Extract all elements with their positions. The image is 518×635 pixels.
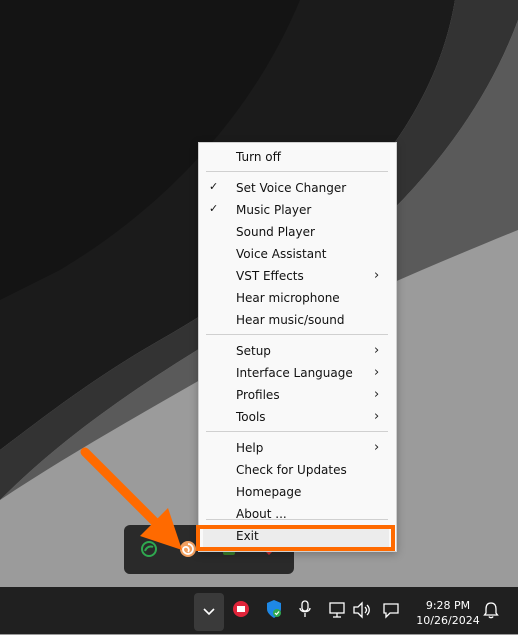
menu-item-about[interactable]: About ... [199,503,396,525]
menu-item-label: Voice Assistant [236,247,327,261]
menu-item-vst-effects[interactable]: VST Effects › [199,265,396,287]
submenu-arrow-icon: › [374,365,380,380]
bell-icon[interactable] [483,601,499,619]
menu-item-label: Exit [236,529,259,543]
menu-item-profiles[interactable]: Profiles › [199,384,396,406]
menu-separator [206,431,388,432]
menu-item-label: Interface Language [236,366,353,380]
menu-item-label: Hear music/sound [236,313,345,327]
menu-item-set-voice-changer[interactable]: ✓ Set Voice Changer [199,177,396,199]
menu-item-turn-off[interactable]: Turn off [199,146,396,168]
submenu-arrow-icon: › [374,343,380,358]
menu-separator [206,519,388,520]
tray-context-menu: Turn off ✓ Set Voice Changer ✓ Music Player S… [196,142,397,552]
menu-item-help[interactable]: Help › [199,437,396,459]
menu-item-sound-player[interactable]: Sound Player [199,221,396,243]
menu-item-label: Help [236,441,264,455]
menu-item-label: Set Voice Changer [236,181,347,195]
menu-item-label: Tools [236,410,266,424]
taskbar-clock[interactable]: 9:28 PM 10/26/2024 [416,598,480,628]
submenu-arrow-icon: › [374,387,380,402]
menu-item-homepage[interactable]: Homepage [199,481,396,503]
network-icon[interactable] [327,601,347,619]
menu-item-hear-music-sound[interactable]: Hear music/sound [199,309,396,331]
menu-item-label: Turn off [236,150,281,164]
microphone-icon[interactable] [298,600,312,618]
menu-item-label: Profiles [236,388,280,402]
menu-separator [206,171,388,172]
menu-item-setup[interactable]: Setup › [199,340,396,362]
menu-item-hear-microphone[interactable]: Hear microphone [199,287,396,309]
menu-separator [206,334,388,335]
clock-date: 10/26/2024 [416,614,480,627]
menu-item-label: Music Player [236,203,312,217]
menu-item-tools[interactable]: Tools › [199,406,396,428]
menu-item-voice-assistant[interactable]: Voice Assistant [199,243,396,265]
menu-item-music-player[interactable]: ✓ Music Player [199,199,396,221]
submenu-arrow-icon: › [374,268,380,283]
submenu-arrow-icon: › [374,440,380,455]
chevron-up-icon [203,608,215,616]
submenu-arrow-icon: › [374,409,380,424]
check-icon: ✓ [209,202,219,215]
clock-time: 9:28 PM [425,599,471,612]
menu-item-label: Check for Updates [236,463,347,477]
app-icon-red[interactable] [232,600,250,618]
menu-item-exit[interactable]: Exit [199,525,396,547]
windows-security-icon[interactable] [265,599,283,619]
menu-item-label: VST Effects [236,269,304,283]
menu-item-label: Sound Player [236,225,315,239]
menu-item-label: Hear microphone [236,291,340,305]
menu-item-check-for-updates[interactable]: Check for Updates [199,459,396,481]
show-hidden-icons-button[interactable] [194,593,224,631]
chat-icon[interactable] [381,601,401,619]
speaker-icon[interactable] [352,601,372,619]
menu-item-label: Setup [236,344,271,358]
menu-item-label: Homepage [236,485,302,499]
menu-item-interface-language[interactable]: Interface Language › [199,362,396,384]
check-icon: ✓ [209,180,219,193]
